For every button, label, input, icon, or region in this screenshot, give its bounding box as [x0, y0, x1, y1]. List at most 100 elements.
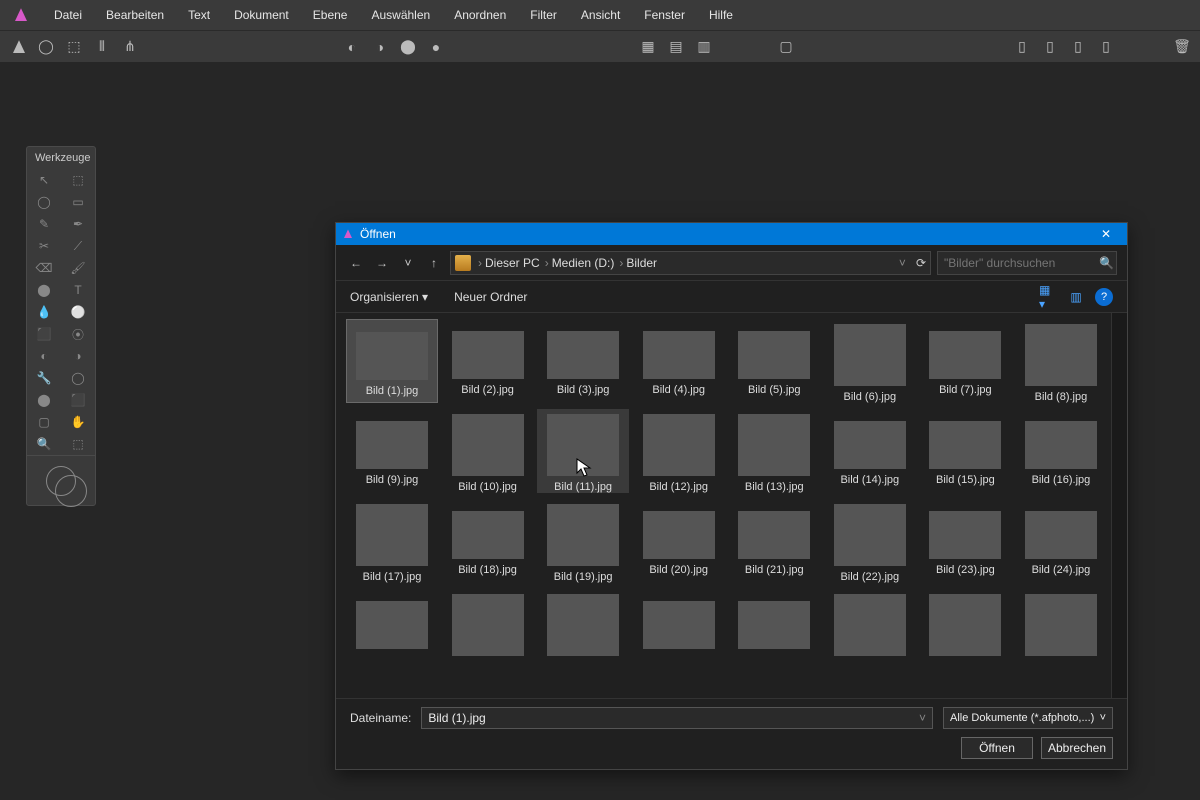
- file-thumb[interactable]: Bild (18).jpg: [442, 499, 534, 583]
- tool-4[interactable]: ✎: [27, 213, 61, 235]
- file-thumb[interactable]: Bild (14).jpg: [824, 409, 916, 493]
- file-thumb[interactable]: [728, 589, 820, 656]
- halfcircle-icon[interactable]: ◐: [340, 35, 364, 59]
- dialog-titlebar[interactable]: Öffnen ✕: [336, 223, 1127, 245]
- file-thumb[interactable]: Bild (5).jpg: [728, 319, 820, 403]
- back-button[interactable]: ←: [346, 256, 366, 270]
- dot-icon[interactable]: ●: [424, 35, 448, 59]
- filename-combo[interactable]: Bild (1).jpg ˅: [421, 707, 933, 729]
- organize-button[interactable]: Organisieren ▾: [350, 290, 428, 304]
- help-button[interactable]: ?: [1095, 288, 1113, 306]
- breadcrumb-segment[interactable]: ›Medien (D:): [542, 256, 615, 270]
- view-mode-button[interactable]: ▦ ▾: [1039, 288, 1057, 306]
- address-dropdown-icon[interactable]: ˅: [899, 256, 906, 270]
- color-swatch[interactable]: [27, 455, 95, 505]
- file-thumb[interactable]: [442, 589, 534, 656]
- tool-14[interactable]: ⬛: [27, 323, 61, 345]
- file-thumb[interactable]: [824, 589, 916, 656]
- tool-6[interactable]: ✂: [27, 235, 61, 257]
- tool-5[interactable]: ✒: [61, 213, 95, 235]
- tool-23[interactable]: ✋: [61, 411, 95, 433]
- breadcrumb-segment[interactable]: ›Dieser PC: [475, 256, 540, 270]
- tool-12[interactable]: 💧: [27, 301, 61, 323]
- tool-22[interactable]: ▢: [27, 411, 61, 433]
- open-button[interactable]: Öffnen: [961, 737, 1033, 759]
- file-thumb[interactable]: Bild (10).jpg: [442, 409, 534, 493]
- grid-a-icon[interactable]: ▦: [636, 35, 660, 59]
- file-thumb[interactable]: [537, 589, 629, 656]
- file-thumb[interactable]: Bild (9).jpg: [346, 409, 438, 493]
- breadcrumb[interactable]: ›Dieser PC›Medien (D:)›Bilder: [475, 256, 657, 270]
- menu-dokument[interactable]: Dokument: [222, 8, 301, 22]
- tool-13[interactable]: ⚪: [61, 301, 95, 323]
- file-thumb[interactable]: Bild (13).jpg: [728, 409, 820, 493]
- tool-24[interactable]: 🔍: [27, 433, 61, 455]
- file-thumb[interactable]: Bild (20).jpg: [633, 499, 725, 583]
- tool-25[interactable]: ⬚: [61, 433, 95, 455]
- menu-datei[interactable]: Datei: [42, 8, 94, 22]
- close-button[interactable]: ✕: [1091, 227, 1121, 241]
- file-thumb[interactable]: Bild (21).jpg: [728, 499, 820, 583]
- tool-16[interactable]: ◐: [27, 345, 61, 367]
- file-thumb[interactable]: Bild (1).jpg: [346, 319, 438, 403]
- file-thumb[interactable]: Bild (17).jpg: [346, 499, 438, 583]
- file-thumb[interactable]: Bild (15).jpg: [919, 409, 1011, 493]
- tool-7[interactable]: ⟋: [61, 235, 95, 257]
- square-icon[interactable]: ▢: [774, 35, 798, 59]
- file-thumb[interactable]: Bild (2).jpg: [442, 319, 534, 403]
- file-thumb[interactable]: Bild (16).jpg: [1015, 409, 1107, 493]
- tool-21[interactable]: ⬛: [61, 389, 95, 411]
- breadcrumb-segment[interactable]: ›Bilder: [616, 256, 657, 270]
- file-thumb[interactable]: [633, 589, 725, 656]
- align-b-icon[interactable]: ▯: [1038, 35, 1062, 59]
- file-thumb[interactable]: Bild (24).jpg: [1015, 499, 1107, 583]
- align-c-icon[interactable]: ▯: [1066, 35, 1090, 59]
- file-thumb[interactable]: [919, 589, 1011, 656]
- grid-b-icon[interactable]: ▤: [664, 35, 688, 59]
- menu-ansicht[interactable]: Ansicht: [569, 8, 632, 22]
- file-thumb[interactable]: Bild (7).jpg: [919, 319, 1011, 403]
- search-box[interactable]: 🔍: [937, 251, 1117, 275]
- file-thumb[interactable]: Bild (22).jpg: [824, 499, 916, 583]
- tool-10[interactable]: ⬤: [27, 279, 61, 301]
- circle-icon[interactable]: ◯: [34, 35, 58, 59]
- filetype-filter[interactable]: Alle Dokumente (*.afphoto,...) ˅: [943, 707, 1113, 729]
- tool-3[interactable]: ▭: [61, 191, 95, 213]
- menu-auswählen[interactable]: Auswählen: [359, 8, 442, 22]
- tool-1[interactable]: ⬚: [61, 169, 95, 191]
- drop-icon[interactable]: ⬤: [396, 35, 420, 59]
- menu-fenster[interactable]: Fenster: [632, 8, 697, 22]
- file-thumb[interactable]: Bild (8).jpg: [1015, 319, 1107, 403]
- thumbnail-area[interactable]: Bild (1).jpgBild (2).jpgBild (3).jpgBild…: [336, 313, 1111, 698]
- tool-20[interactable]: ⬤: [27, 389, 61, 411]
- tool-15[interactable]: ⦿: [61, 323, 95, 345]
- search-input[interactable]: [944, 256, 1099, 270]
- drop-history-button[interactable]: ˅: [398, 256, 418, 270]
- align-d-icon[interactable]: ▯: [1094, 35, 1118, 59]
- cancel-button[interactable]: Abbrechen: [1041, 737, 1113, 759]
- menu-hilfe[interactable]: Hilfe: [697, 8, 745, 22]
- grid-c-icon[interactable]: ▥: [692, 35, 716, 59]
- tool-8[interactable]: ⌫: [27, 257, 61, 279]
- refresh-icon[interactable]: ⟳: [916, 256, 926, 270]
- trash-icon[interactable]: 🗑: [1170, 35, 1194, 59]
- cube-icon[interactable]: ⬚: [62, 35, 86, 59]
- file-thumb[interactable]: Bild (3).jpg: [537, 319, 629, 403]
- preview-pane-button[interactable]: ▥: [1067, 288, 1085, 306]
- menu-ebene[interactable]: Ebene: [301, 8, 360, 22]
- file-thumb[interactable]: [346, 589, 438, 656]
- menu-text[interactable]: Text: [176, 8, 222, 22]
- tool-9[interactable]: 🖌: [61, 257, 95, 279]
- bars-icon[interactable]: ⦀: [90, 35, 114, 59]
- share-icon[interactable]: ⋔: [118, 35, 142, 59]
- tool-11[interactable]: T: [61, 279, 95, 301]
- forward-button[interactable]: →: [372, 256, 392, 270]
- new-folder-button[interactable]: Neuer Ordner: [454, 290, 527, 304]
- contrast-icon[interactable]: ◑: [368, 35, 392, 59]
- file-thumb[interactable]: Bild (11).jpg: [537, 409, 629, 493]
- tool-19[interactable]: ◯: [61, 367, 95, 389]
- scrollbar[interactable]: [1111, 313, 1127, 698]
- file-thumb[interactable]: Bild (6).jpg: [824, 319, 916, 403]
- address-bar[interactable]: ›Dieser PC›Medien (D:)›Bilder ˅ ⟳: [450, 251, 931, 275]
- up-button[interactable]: ↑: [424, 256, 444, 270]
